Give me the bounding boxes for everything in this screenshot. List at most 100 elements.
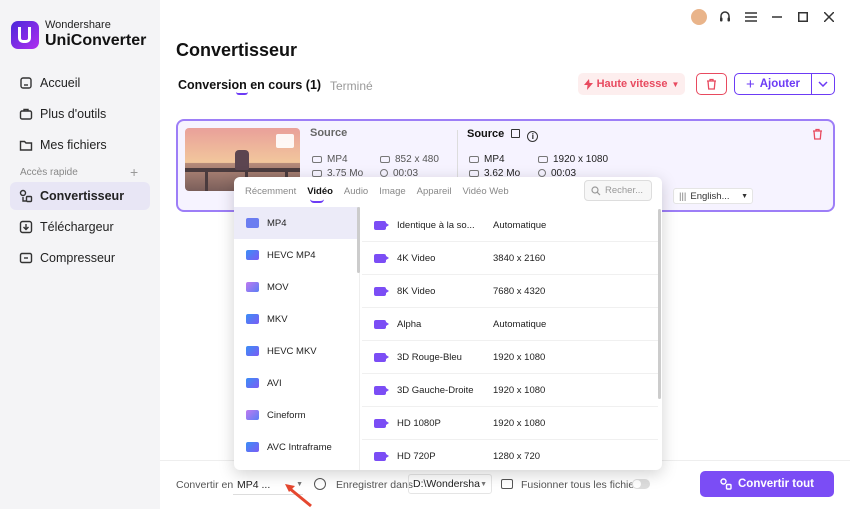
window-controls <box>686 8 842 26</box>
plus-icon: + <box>745 75 755 93</box>
compress-icon <box>19 252 33 264</box>
cineform-format-icon <box>246 410 259 420</box>
sidebar-item-label: Convertisseur <box>40 189 125 203</box>
delete-file-icon[interactable] <box>812 128 823 143</box>
format-item-cineform[interactable]: Cineform <box>234 399 359 431</box>
add-label: Ajouter <box>759 78 800 90</box>
video-icon <box>374 319 389 329</box>
app-logo: Wondershare UniConverter <box>11 20 146 49</box>
converter-icon <box>19 189 33 203</box>
video-icon <box>374 418 389 428</box>
convert-icon <box>720 478 732 490</box>
preset-item[interactable]: HD 1080P 1920 x 1080 <box>362 407 658 439</box>
avc-intraframe-format-icon <box>246 442 259 452</box>
preset-item[interactable]: 3D Gauche-Droite 1920 x 1080 <box>362 374 658 406</box>
info-icon[interactable]: i <box>527 131 539 142</box>
maximize-icon[interactable] <box>790 8 816 26</box>
src-resolution: 852 x 480 <box>380 154 439 165</box>
sidebar-item-telechargeur[interactable]: Téléchargeur <box>10 213 150 241</box>
gpu-settings-icon[interactable] <box>314 478 326 490</box>
trash-icon <box>707 78 716 90</box>
preset-item[interactable]: Alpha Automatique <box>362 308 658 340</box>
format-item-hevc-mkv[interactable]: HEVC MKV <box>234 335 359 367</box>
sidebar-item-compresseur[interactable]: Compresseur <box>10 244 150 272</box>
tgt-format: MP4 <box>469 154 505 165</box>
tab-recemment[interactable]: Récemment <box>245 186 296 197</box>
sidebar: Wondershare UniConverter Accueil Plus d'… <box>0 0 160 509</box>
mp4-format-icon <box>246 218 259 228</box>
video-icon <box>374 220 389 230</box>
high-speed-label: Haute vitesse <box>596 78 668 90</box>
home-icon <box>20 77 32 89</box>
tgt-resolution: 1920 x 1080 <box>538 154 608 165</box>
clock-icon <box>380 169 388 177</box>
add-files-button[interactable]: + Ajouter <box>734 73 812 95</box>
user-avatar-icon[interactable] <box>691 9 707 25</box>
play-icon[interactable] <box>276 134 294 148</box>
menu-icon[interactable] <box>738 8 764 26</box>
uniconverter-logo-icon <box>11 20 39 49</box>
delete-all-button[interactable] <box>696 73 727 95</box>
mov-format-icon <box>246 282 259 292</box>
preset-item[interactable]: Identique à la so... Automatique <box>362 209 658 241</box>
folder-icon <box>19 140 33 151</box>
resolution-icon <box>380 156 390 163</box>
headset-support-icon[interactable] <box>712 8 738 26</box>
sidebar-item-plus-outils[interactable]: Plus d'outils <box>10 100 150 128</box>
sidebar-item-accueil[interactable]: Accueil <box>10 69 150 97</box>
audio-wave-icon: ||| <box>679 190 687 202</box>
search-icon <box>591 185 601 195</box>
video-icon <box>374 352 389 362</box>
minimize-icon[interactable] <box>764 8 790 26</box>
folder-size-icon <box>469 170 479 177</box>
format-item-mp4[interactable]: MP4 <box>234 207 359 239</box>
preset-list-scrollbar[interactable] <box>658 209 661 399</box>
video-icon <box>374 451 389 461</box>
hevc-mp4-format-icon <box>246 250 259 260</box>
merge-files-label: Fusionner tous les fichiers <box>521 479 643 491</box>
format-item-avc-intraframe[interactable]: AVC Intraframe <box>234 431 359 463</box>
src-format: MP4 <box>312 154 348 165</box>
active-tab-indicator <box>236 92 248 95</box>
save-path-select[interactable]: D:\Wondersha ▼ <box>408 474 492 494</box>
lightning-icon <box>583 78 593 90</box>
preset-item[interactable]: 8K Video 7680 x 4320 <box>362 275 658 307</box>
format-search-input[interactable]: Recher... <box>584 180 652 201</box>
preset-item[interactable]: HD 720P 1280 x 720 <box>362 440 658 470</box>
tab-image[interactable]: Image <box>379 186 405 197</box>
audio-track-select[interactable]: ||| English... ▼ <box>673 188 753 204</box>
high-speed-button[interactable]: Haute vitesse ▼ <box>578 73 685 95</box>
caret-down-icon: ▼ <box>480 480 487 488</box>
video-format-icon <box>312 156 322 163</box>
add-quick-access-icon[interactable]: + <box>130 164 138 180</box>
video-icon <box>374 286 389 296</box>
format-item-mkv[interactable]: MKV <box>234 303 359 335</box>
tab-video-web[interactable]: Vidéo Web <box>463 186 509 197</box>
merge-files-toggle[interactable] <box>632 479 650 489</box>
format-item-hevc-mp4[interactable]: HEVC MP4 <box>234 239 359 271</box>
format-list-scrollbar[interactable] <box>357 207 360 273</box>
edit-icon[interactable] <box>511 129 521 138</box>
tab-video[interactable]: Vidéo <box>307 186 333 203</box>
tab-audio[interactable]: Audio <box>344 186 368 197</box>
caret-down-icon: ▼ <box>671 79 680 89</box>
sidebar-item-mes-fichiers[interactable]: Mes fichiers <box>10 131 150 159</box>
sidebar-item-label: Téléchargeur <box>40 220 114 234</box>
preset-item[interactable]: 4K Video 3840 x 2160 <box>362 242 658 274</box>
target-heading: Source i <box>467 128 539 142</box>
convert-to-label: Convertir en <box>176 479 234 491</box>
resolution-icon <box>538 156 548 163</box>
sidebar-item-convertisseur[interactable]: Convertisseur <box>10 182 150 210</box>
convert-all-button[interactable]: Convertir tout <box>700 471 834 497</box>
preset-item[interactable]: 3D Rouge-Bleu 1920 x 1080 <box>362 341 658 373</box>
sidebar-item-label: Plus d'outils <box>40 107 107 121</box>
pointer-arrow-icon <box>285 484 312 508</box>
open-folder-icon[interactable] <box>501 479 513 489</box>
format-item-mov[interactable]: MOV <box>234 271 359 303</box>
tab-appareil[interactable]: Appareil <box>417 186 452 197</box>
tab-termine[interactable]: Terminé <box>330 79 373 93</box>
tab-conversion-en-cours[interactable]: Conversion en cours (1) <box>178 78 321 92</box>
format-item-avi[interactable]: AVI <box>234 367 359 399</box>
close-icon[interactable] <box>816 8 842 26</box>
add-dropdown-button[interactable] <box>811 73 835 95</box>
